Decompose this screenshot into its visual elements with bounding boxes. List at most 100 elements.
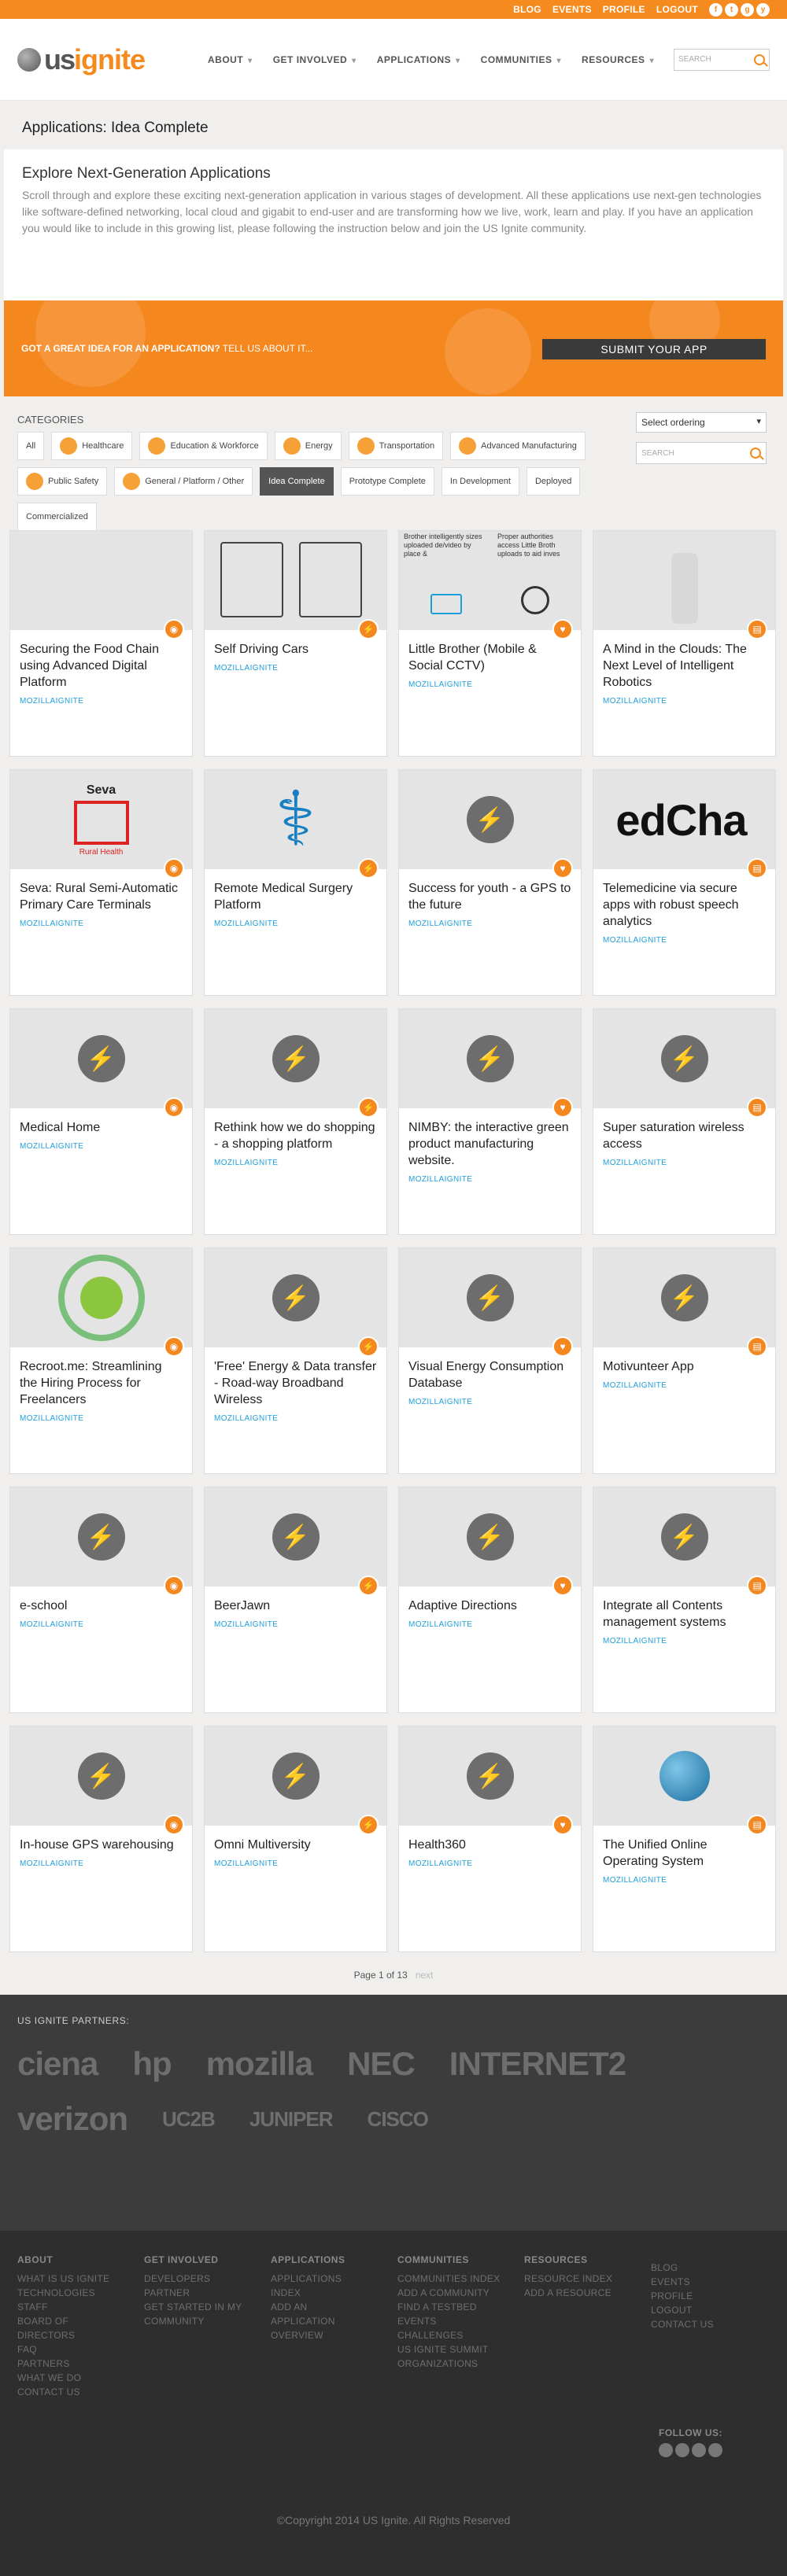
category-tag[interactable]: All	[17, 432, 45, 460]
category-tag[interactable]: Energy	[274, 432, 342, 460]
footer-link[interactable]: FIND A TESTBED	[397, 2300, 501, 2314]
partner-logo[interactable]: ciena	[17, 2045, 98, 2083]
footer-link[interactable]: DEVELOPERS	[144, 2272, 247, 2286]
category-tag[interactable]: Education & Workforce	[139, 432, 268, 460]
category-tag[interactable]: Prototype Complete	[340, 467, 434, 496]
footer-link[interactable]: STAFF	[17, 2300, 120, 2314]
partner-logo[interactable]: INTERNET2	[449, 2045, 626, 2083]
app-card[interactable]: ⚡ Self Driving Cars MOZILLAIGNITE	[204, 530, 387, 757]
app-card-title[interactable]: Seva: Rural Semi-Automatic Primary Care …	[10, 869, 192, 919]
app-card[interactable]: ◉ Securing the Food Chain using Advanced …	[9, 530, 193, 757]
app-card-title[interactable]: Rethink how we do shopping - a shopping …	[205, 1108, 386, 1159]
category-tag[interactable]: Deployed	[526, 467, 581, 496]
app-card-author[interactable]: MOZILLAIGNITE	[399, 680, 581, 689]
topbar-link-events[interactable]: EVENTS	[552, 4, 592, 15]
app-card-author[interactable]: MOZILLAIGNITE	[10, 919, 192, 928]
partner-logo[interactable]: hp	[132, 2045, 172, 2083]
footer-link[interactable]: WHAT WE DO	[17, 2371, 120, 2385]
app-card-author[interactable]: MOZILLAIGNITE	[10, 1142, 192, 1151]
google-plus-icon[interactable]	[692, 2443, 706, 2457]
app-card-author[interactable]: MOZILLAIGNITE	[399, 1175, 581, 1184]
app-search-input[interactable]: SEARCH	[636, 442, 767, 464]
category-tag[interactable]: In Development	[441, 467, 519, 496]
partner-logo[interactable]: JUNIPER	[249, 2107, 334, 2132]
app-card-title[interactable]: 'Free' Energy & Data transfer - Road-way…	[205, 1347, 386, 1414]
app-card[interactable]: ⚡ ⚡ BeerJawn MOZILLAIGNITE	[204, 1487, 387, 1713]
app-card-author[interactable]: MOZILLAIGNITE	[10, 1414, 192, 1423]
footer-link[interactable]: RESOURCE INDEX	[524, 2272, 627, 2286]
app-card[interactable]: edCha ▤ Telemedicine via secure apps with …	[593, 769, 776, 996]
app-card-author[interactable]: MOZILLAIGNITE	[593, 697, 775, 706]
app-card-author[interactable]: MOZILLAIGNITE	[399, 1859, 581, 1868]
footer-link[interactable]: EVENTS	[651, 2275, 754, 2289]
app-card[interactable]: ⚡ ▤ Super saturation wireless access MOZILL…	[593, 1008, 776, 1235]
youtube-icon[interactable]	[708, 2443, 722, 2457]
twitter-icon[interactable]	[675, 2443, 689, 2457]
facebook-icon[interactable]: f	[709, 2, 722, 17]
topbar-link-logout[interactable]: LOGOUT	[656, 4, 698, 15]
category-tag[interactable]: Commercialized	[17, 503, 97, 531]
footer-link[interactable]: WHAT IS US IGNITE	[17, 2272, 120, 2286]
footer-link[interactable]: APPLICATIONS INDEX	[271, 2272, 374, 2300]
footer-link[interactable]: PROFILE	[651, 2289, 754, 2303]
next-page-link[interactable]: next	[416, 1970, 434, 1981]
app-card-author[interactable]: MOZILLAIGNITE	[10, 1859, 192, 1868]
submit-app-button[interactable]: SUBMIT YOUR APP	[542, 339, 766, 359]
app-card-title[interactable]: Visual Energy Consumption Database	[399, 1347, 581, 1398]
app-card-title[interactable]: Success for youth - a GPS to the future	[399, 869, 581, 919]
footer-link[interactable]: US IGNITE SUMMIT	[397, 2342, 501, 2357]
footer-link[interactable]: TECHNOLOGIES	[17, 2286, 120, 2300]
app-card-title[interactable]: Securing the Food Chain using Advanced D…	[10, 630, 192, 697]
footer-link[interactable]: GET STARTED IN MY COMMUNITY	[144, 2300, 247, 2328]
footer-link[interactable]: BLOG	[651, 2261, 754, 2275]
app-card-title[interactable]: Remote Medical Surgery Platform	[205, 869, 386, 919]
footer-link[interactable]: ADD AN APPLICATION	[271, 2300, 374, 2328]
footer-link[interactable]: ADD A COMMUNITY	[397, 2286, 501, 2300]
footer-link[interactable]: PARTNERS	[17, 2357, 120, 2371]
app-card[interactable]: ⚡ ♥ Health360 MOZILLAIGNITE	[398, 1726, 582, 1952]
footer-link[interactable]: EVENTS	[397, 2314, 501, 2328]
footer-link[interactable]: CONTACT US	[17, 2385, 120, 2399]
footer-link[interactable]: CHALLENGES	[397, 2328, 501, 2342]
app-card-author[interactable]: MOZILLAIGNITE	[205, 664, 386, 673]
google-plus-icon[interactable]: g	[741, 2, 754, 17]
category-tag[interactable]: Transportation	[348, 432, 444, 460]
nav-applications[interactable]: APPLICATIONS ▾	[377, 54, 460, 65]
category-tag[interactable]: Advanced Manufacturing	[450, 432, 586, 460]
app-card[interactable]: ⚡ ⚡ Rethink how we do shopping - a shoppin…	[204, 1008, 387, 1235]
topbar-link-profile[interactable]: PROFILE	[603, 4, 645, 15]
partner-logo[interactable]: UC2B	[162, 2107, 216, 2132]
app-card-title[interactable]: Little Brother (Mobile & Social CCTV)	[399, 630, 581, 680]
app-card[interactable]: ⚡ ♥ Success for youth - a GPS to the futur…	[398, 769, 582, 996]
partner-logo[interactable]: NEC	[347, 2045, 416, 2083]
footer-link[interactable]: PARTNER	[144, 2286, 247, 2300]
footer-link[interactable]: OVERVIEW	[271, 2328, 374, 2342]
partner-logo[interactable]: CISCO	[368, 2107, 429, 2132]
app-card-title[interactable]: A Mind in the Clouds: The Next Level of …	[593, 630, 775, 697]
header-search-input[interactable]: SEARCH	[674, 48, 770, 71]
app-card[interactable]: ⚡ ◉ Medical Home MOZILLAIGNITE	[9, 1008, 193, 1235]
category-tag[interactable]: Public Safety	[17, 467, 108, 496]
app-card[interactable]: Seva Rural Health ◉ Seva: Rural Semi-Automa…	[9, 769, 193, 996]
app-card-title[interactable]: Super saturation wireless access	[593, 1108, 775, 1159]
facebook-icon[interactable]	[659, 2443, 673, 2457]
app-card-author[interactable]: MOZILLAIGNITE	[593, 936, 775, 945]
app-card-author[interactable]: MOZILLAIGNITE	[205, 919, 386, 928]
app-card-title[interactable]: Telemedicine via secure apps with robust…	[593, 869, 775, 936]
nav-resources[interactable]: RESOURCES ▾	[582, 54, 654, 65]
nav-get-involved[interactable]: GET INVOLVED ▾	[273, 54, 357, 65]
app-card-author[interactable]: MOZILLAIGNITE	[205, 1859, 386, 1868]
app-card-author[interactable]: MOZILLAIGNITE	[399, 919, 581, 928]
footer-link[interactable]: CONTACT US	[651, 2317, 754, 2331]
app-card-title[interactable]: NIMBY: the interactive green product man…	[399, 1108, 581, 1175]
footer-link[interactable]: LOGOUT	[651, 2303, 754, 2317]
twitter-icon[interactable]: t	[725, 2, 738, 17]
nav-about[interactable]: ABOUT ▾	[208, 54, 253, 65]
app-card[interactable]: ⚡ ⚡ 'Free' Energy & Data transfer - Road-w…	[204, 1247, 387, 1474]
app-card[interactable]: ⚡ ◉ In-house GPS warehousing MOZILLAIGNITE	[9, 1726, 193, 1952]
banner-tell-link[interactable]: TELL US ABOUT IT...	[220, 343, 313, 354]
partner-logo[interactable]: verizon	[17, 2100, 128, 2138]
app-card-title[interactable]: Recroot.me: Streamlining the Hiring Proc…	[10, 1347, 192, 1414]
nav-communities[interactable]: COMMUNITIES ▾	[481, 54, 561, 65]
app-card-author[interactable]: MOZILLAIGNITE	[205, 1159, 386, 1167]
